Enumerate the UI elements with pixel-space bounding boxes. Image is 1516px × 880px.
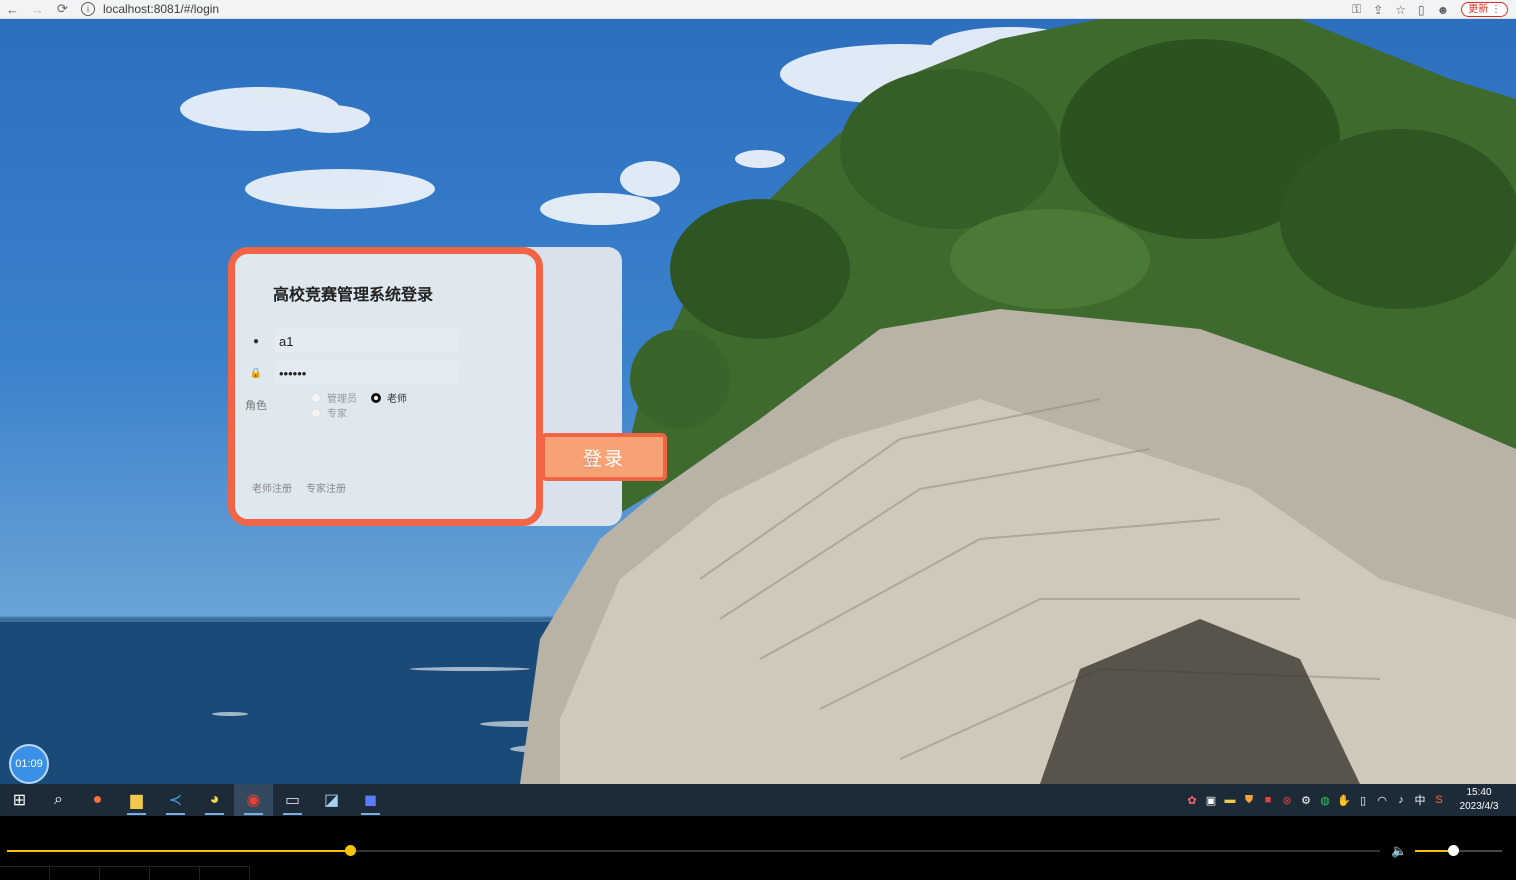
tray-red-icon[interactable]: ■	[1261, 794, 1275, 806]
tray-app-icon[interactable]: ✿	[1185, 794, 1199, 807]
radio-dot	[311, 407, 321, 418]
role-admin-label: 管理员	[327, 394, 357, 405]
profile-icon[interactable]: ☻	[1437, 3, 1450, 17]
strip-cell	[0, 866, 50, 880]
password-field[interactable]: 🔒 ••••••	[249, 360, 459, 386]
wechat-icon[interactable]: ◍	[1318, 794, 1332, 807]
taskbar: ⊞ ⌕ ● ▆ ≺ ◕ ◉ ▭ ◪ ◼ ✿ ▣ ▬ ⛊ ■ ⊛ ⚙ ◍ ✋ ▯ …	[0, 784, 1516, 816]
file-explorer-icon[interactable]: ▆	[117, 784, 156, 816]
star-icon[interactable]: ☆	[1395, 3, 1406, 17]
tray-net-icon[interactable]: ⊛	[1280, 794, 1294, 807]
tray-ij-icon[interactable]: ▣	[1204, 794, 1218, 807]
site-info-icon[interactable]: i	[81, 2, 95, 16]
role-expert-label: 专家	[327, 409, 347, 420]
strip-cell	[50, 866, 100, 880]
role-label: 角色	[245, 400, 267, 412]
firefox-icon[interactable]: ●	[78, 784, 117, 816]
ime-indicator[interactable]: 中	[1413, 792, 1427, 808]
tray-hand-icon[interactable]: ✋	[1337, 794, 1351, 807]
sogou-icon[interactable]: S	[1432, 794, 1446, 806]
strip-cell	[150, 866, 200, 880]
clock-date: 2023/4/3	[1459, 801, 1499, 812]
key-icon[interactable]: ⚿	[1352, 2, 1361, 17]
seek-bar[interactable]	[7, 845, 1380, 856]
strip-cell	[200, 866, 250, 880]
terminal-icon[interactable]: ▭	[273, 784, 312, 816]
seek-progress	[7, 850, 351, 852]
menu-icon: ⋮	[1491, 4, 1501, 15]
lock-icon: 🔒	[249, 367, 263, 379]
hand-cursor-icon: ☝	[584, 454, 594, 471]
browser-right-tools: ⚿ ⇪ ☆ ▯ ☻ 更新 ⋮	[1352, 0, 1508, 19]
tray-folder-icon[interactable]: ▬	[1223, 794, 1237, 806]
forward-icon[interactable]: →	[25, 0, 50, 19]
username-field[interactable]: ● a1	[249, 328, 459, 354]
system-clock[interactable]: 15:40 2023/4/3	[1454, 786, 1504, 814]
tray-settings-icon[interactable]: ⚙	[1299, 794, 1313, 807]
volume-slider[interactable]	[1415, 845, 1502, 856]
page-title: 高校竞赛管理系统登录	[273, 287, 434, 304]
seek-handle[interactable]	[345, 845, 357, 856]
reload-icon[interactable]: ⟳	[50, 0, 75, 19]
usb-icon[interactable]: ▯	[1356, 794, 1370, 807]
duck-app-icon[interactable]: ◕	[195, 784, 234, 816]
browser-toolbar: ← → ⟳ i localhost:8081/#/login ⚿ ⇪ ☆ ▯ ☻…	[0, 0, 1516, 19]
role-radio-teacher[interactable]: 老师	[371, 390, 407, 405]
speaker-icon[interactable]: ♪	[1394, 794, 1408, 806]
notes-icon[interactable]: ◪	[312, 784, 351, 816]
user-icon: ●	[252, 335, 260, 347]
password-input[interactable]: ••••••	[275, 361, 459, 385]
login-card: 高校竞赛管理系统登录 ● a1 🔒 •••••• 角色 管理员 老师 专家 老师…	[228, 247, 543, 526]
chrome-icon[interactable]: ◉	[234, 784, 273, 816]
windows-start-icon[interactable]: ⊞	[0, 784, 39, 816]
url-text: localhost:8081/#/login	[103, 2, 220, 16]
volume-icon[interactable]: 🔈	[1391, 843, 1407, 859]
role-radio-expert[interactable]: 专家	[311, 405, 347, 420]
expert-register-link[interactable]: 专家注册	[306, 480, 346, 495]
sidepanel-icon[interactable]: ▯	[1418, 3, 1425, 17]
username-input[interactable]: a1	[275, 329, 459, 353]
video-player-controls: 🔈	[0, 816, 1516, 880]
intellij-icon[interactable]: ◼	[351, 784, 390, 816]
role-radio-admin[interactable]: 管理员	[311, 390, 357, 405]
vscode-icon[interactable]: ≺	[156, 784, 195, 816]
share-icon[interactable]: ⇪	[1373, 3, 1383, 17]
address-bar[interactable]: i localhost:8081/#/login	[81, 1, 1301, 18]
back-icon[interactable]: ←	[0, 0, 25, 19]
player-bottom-strip	[0, 866, 1516, 880]
role-teacher-label: 老师	[387, 394, 407, 405]
update-label: 更新	[1468, 4, 1489, 15]
tray-shield-icon[interactable]: ⛊	[1242, 794, 1256, 807]
update-button[interactable]: 更新 ⋮	[1461, 2, 1508, 17]
login-button[interactable]: 登录	[541, 433, 667, 481]
recording-timer: 01:09	[9, 744, 49, 784]
strip-cell	[100, 866, 150, 880]
radio-dot	[311, 392, 321, 403]
search-icon[interactable]: ⌕	[39, 784, 78, 816]
teacher-register-link[interactable]: 老师注册	[252, 480, 292, 495]
clock-time: 15:40	[1466, 787, 1492, 798]
volume-handle[interactable]	[1448, 845, 1460, 856]
radio-dot-selected	[371, 392, 381, 403]
wifi-icon[interactable]: ◠	[1375, 794, 1389, 807]
system-tray: ✿ ▣ ▬ ⛊ ■ ⊛ ⚙ ◍ ✋ ▯ ◠ ♪ 中 S	[1185, 784, 1446, 816]
